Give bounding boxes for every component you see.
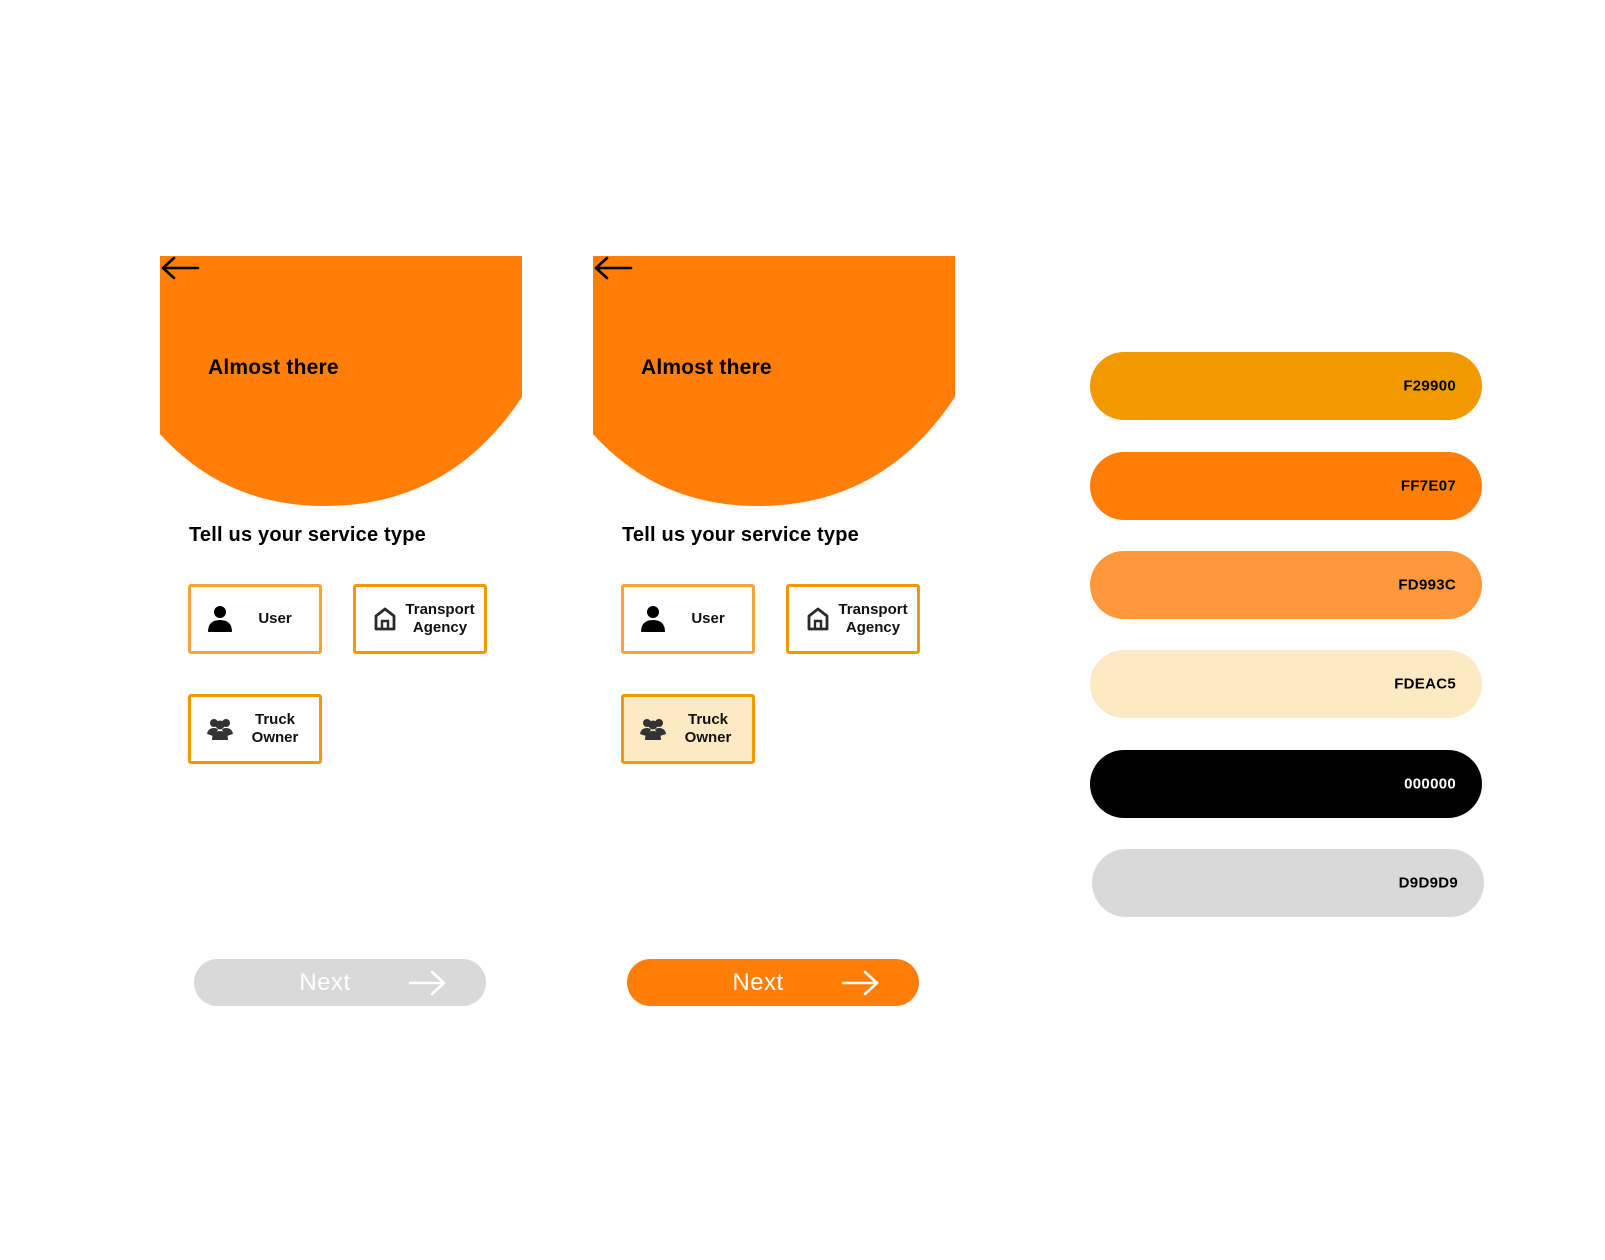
home-icon [372, 605, 398, 633]
color-swatch-000000: 000000 [1090, 750, 1482, 818]
option-label: User [691, 610, 725, 627]
header-shape [160, 256, 522, 506]
page-title: Almost there [641, 356, 772, 379]
next-button-label: Next [299, 968, 351, 996]
user-icon [207, 605, 233, 633]
group-icon [207, 715, 233, 743]
option-label: Transport Agency [405, 601, 475, 636]
color-swatch-f29900: F29900 [1090, 352, 1482, 420]
phone-screen-selected: Almost there Tell us your service type U… [593, 256, 955, 1016]
option-transport-agency[interactable]: Transport Agency [353, 584, 487, 654]
option-transport-agency[interactable]: Transport Agency [786, 584, 920, 654]
phone-screen-default: Almost there Tell us your service type U… [160, 256, 522, 1016]
option-user[interactable]: User [188, 584, 322, 654]
option-label: Truck Owner [684, 711, 732, 746]
group-icon [640, 715, 666, 743]
header-banner: Almost there [593, 256, 955, 506]
option-user[interactable]: User [621, 584, 755, 654]
arrow-right-icon [408, 970, 446, 996]
swatch-label: 000000 [1404, 775, 1456, 793]
color-swatch-d9d9d9: D9D9D9 [1092, 849, 1484, 917]
header-shape [593, 256, 955, 506]
section-heading: Tell us your service type [622, 524, 859, 546]
option-label: Truck Owner [251, 711, 299, 746]
option-truck-owner[interactable]: Truck Owner [188, 694, 322, 764]
arrow-right-icon [841, 970, 879, 996]
next-button[interactable]: Next [194, 959, 486, 1006]
swatch-label: FDEAC5 [1394, 675, 1456, 693]
color-swatch-fdeac5: FDEAC5 [1090, 650, 1482, 718]
page-title: Almost there [208, 356, 339, 379]
color-swatch-fd993c: FD993C [1090, 551, 1482, 619]
swatch-label: F29900 [1403, 377, 1456, 395]
next-button[interactable]: Next [627, 959, 919, 1006]
option-label: User [258, 610, 292, 627]
header-banner: Almost there [160, 256, 522, 506]
arrow-left-icon[interactable] [160, 256, 200, 280]
section-heading: Tell us your service type [189, 524, 426, 546]
next-button-label: Next [732, 968, 784, 996]
user-icon [640, 605, 666, 633]
swatch-label: FF7E07 [1400, 477, 1456, 495]
swatch-label: FD993C [1398, 576, 1456, 594]
option-label: Transport Agency [838, 601, 908, 636]
arrow-left-icon[interactable] [593, 256, 633, 280]
color-swatch-ff7e07: FF7E07 [1090, 452, 1482, 520]
swatch-label: D9D9D9 [1398, 874, 1458, 892]
home-icon [805, 605, 831, 633]
option-truck-owner[interactable]: Truck Owner [621, 694, 755, 764]
